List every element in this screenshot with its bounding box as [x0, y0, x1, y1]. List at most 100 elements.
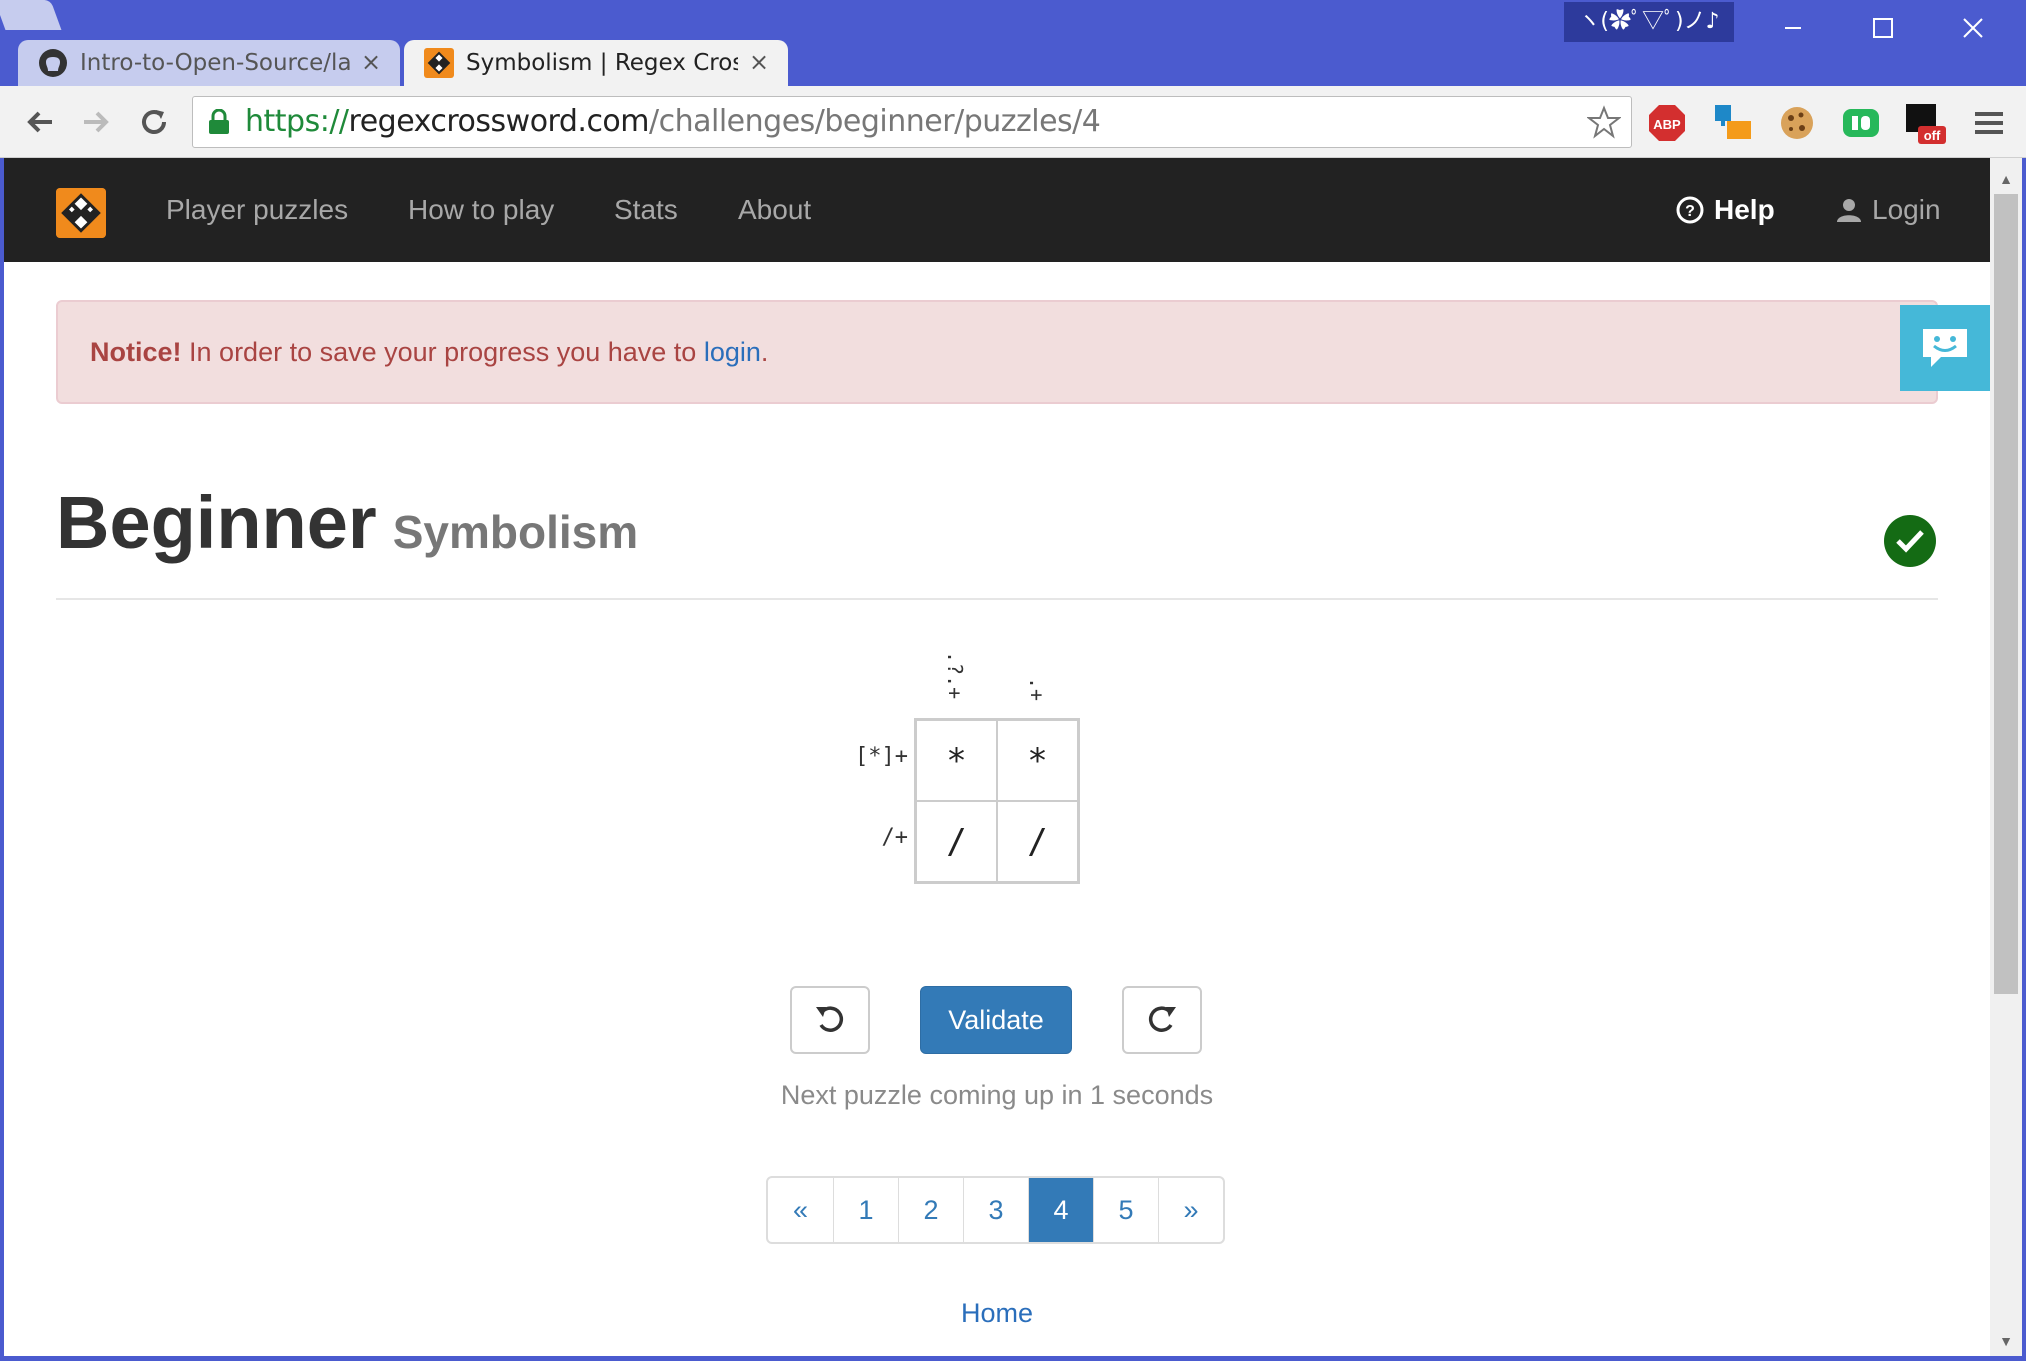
lock-icon — [209, 109, 229, 134]
url-host: regexcrossword.com — [348, 104, 650, 139]
help-icon: ? — [1676, 196, 1704, 224]
cookie-icon-svg — [1781, 107, 1813, 139]
undo-button[interactable] — [790, 986, 870, 1054]
grid-cell[interactable]: / — [997, 801, 1078, 882]
extension-off-icon-svg: off — [1906, 104, 1946, 144]
tab-regex-crossword[interactable]: Symbolism | Regex Crossw × — [404, 40, 788, 86]
scroll-down-icon[interactable]: ▼ — [1990, 1326, 2022, 1356]
scrollbar-thumb[interactable] — [1994, 194, 2018, 994]
redo-button[interactable] — [1122, 986, 1202, 1054]
row-clue: /+ — [881, 825, 909, 850]
alert-text: In order to save your progress you have … — [189, 337, 697, 367]
nav-player-puzzles[interactable]: Player puzzles — [166, 158, 348, 262]
chat-smiley-icon — [1923, 329, 1967, 367]
extension-off-icon[interactable]: off — [1904, 102, 1946, 144]
undo-icon — [816, 1006, 844, 1032]
github-icon — [39, 49, 67, 77]
alert-end: . — [760, 337, 769, 367]
column-clue: .?.+ — [943, 651, 967, 700]
page-scrollbar[interactable]: ▲ ▼ — [1990, 158, 2022, 1356]
puzzle-pagination: « 1 2 3 4 5 » — [766, 1176, 1225, 1244]
tab-title: Intro-to-Open-Source/lab — [80, 50, 350, 76]
adblock-plus-icon-svg: ABP — [1649, 105, 1685, 141]
pagination-next[interactable]: » — [1158, 1178, 1223, 1242]
grid-cell[interactable]: / — [916, 801, 997, 882]
regexcrossword-icon — [424, 48, 454, 78]
bookmark-star-icon[interactable] — [1587, 105, 1621, 139]
solved-check-icon — [1884, 515, 1936, 567]
reload-button[interactable] — [132, 100, 176, 144]
browser-toolbar: https://regexcrossword.com/challenges/be… — [0, 86, 2026, 158]
notice-alert: Notice! In order to save your progress y… — [56, 300, 1938, 404]
site-navbar: Player puzzles How to play Stats About ?… — [4, 158, 1990, 262]
forward-button[interactable] — [74, 100, 118, 144]
next-puzzle-message: Next puzzle coming up in 1 seconds — [780, 1080, 1214, 1110]
pagination-prev[interactable]: « — [768, 1178, 833, 1242]
nav-how-to-play[interactable]: How to play — [408, 158, 554, 262]
tab-github[interactable]: Intro-to-Open-Source/lab × — [18, 40, 400, 86]
minimize-icon — [1785, 27, 1801, 29]
maximize-icon — [1873, 18, 1893, 38]
page-title: Beginner Symbolism — [56, 486, 638, 560]
home-link[interactable]: Home — [4, 1298, 1990, 1329]
nav-about[interactable]: About — [738, 158, 811, 262]
pagination-page-1[interactable]: 1 — [833, 1178, 898, 1242]
profile-badge[interactable]: ヽ(✿ﾟ▽ﾟ)ノ♪ — [1564, 2, 1734, 42]
pagination-page-4[interactable]: 4 — [1028, 1178, 1093, 1242]
user-icon — [1837, 199, 1861, 222]
adblock-plus-icon[interactable]: ABP — [1646, 102, 1688, 144]
alert-strong: Notice! — [90, 337, 182, 367]
svg-text:off: off — [1924, 128, 1941, 143]
tab-close-icon[interactable]: × — [748, 50, 770, 74]
browser-titlebar: ヽ(✿ﾟ▽ﾟ)ノ♪ Intro-to-Open-Source/lab × Sym… — [0, 0, 2026, 86]
heading-divider — [56, 598, 1938, 600]
pagination-page-3[interactable]: 3 — [963, 1178, 1028, 1242]
menu-icon — [1975, 112, 2003, 134]
tab-close-icon[interactable]: × — [360, 50, 382, 74]
extension-icon[interactable] — [1712, 102, 1754, 144]
minimize-button[interactable] — [1748, 0, 1838, 56]
grid-cell[interactable]: * — [916, 720, 997, 801]
maximize-button[interactable] — [1838, 0, 1928, 56]
back-button[interactable] — [18, 100, 62, 144]
extension-icon-svg — [1715, 105, 1751, 139]
checkmark-icon — [1896, 530, 1924, 553]
nav-help[interactable]: ? Help — [1676, 158, 1775, 262]
url-path: /challenges/beginner/puzzles/4 — [649, 104, 1101, 139]
close-icon — [1963, 18, 1983, 38]
address-bar[interactable]: https://regexcrossword.com/challenges/be… — [192, 96, 1632, 148]
crossword-grid: * * / / — [914, 718, 1080, 884]
column-clue: .+ — [1025, 677, 1049, 702]
close-window-button[interactable] — [1928, 0, 2018, 56]
url-scheme: https:// — [245, 104, 349, 139]
nav-login[interactable]: Login — [1836, 158, 1941, 262]
pagination-page-5[interactable]: 5 — [1093, 1178, 1158, 1242]
back-arrow-icon — [27, 111, 52, 133]
tab-title: Symbolism | Regex Crossw — [466, 50, 738, 76]
new-tab-button[interactable] — [0, 0, 62, 30]
page-viewport: Player puzzles How to play Stats About ?… — [4, 158, 1990, 1356]
grid-cell[interactable]: * — [997, 720, 1078, 801]
pagination-page-2[interactable]: 2 — [898, 1178, 963, 1242]
nav-stats[interactable]: Stats — [614, 158, 678, 262]
pushbullet-icon-svg — [1843, 109, 1879, 137]
url-text: https://regexcrossword.com/challenges/be… — [245, 97, 1101, 147]
login-label: Login — [1872, 194, 1941, 225]
page-subtitle: Symbolism — [392, 506, 639, 558]
chrome-menu-icon[interactable] — [1968, 102, 2010, 144]
pushbullet-icon[interactable] — [1840, 102, 1882, 144]
row-clue: [*]+ — [855, 744, 908, 769]
svg-text:ABP: ABP — [1653, 117, 1681, 132]
page-title-text: Beginner — [56, 481, 377, 564]
forward-arrow-icon — [84, 111, 109, 133]
validate-button[interactable]: Validate — [920, 986, 1072, 1054]
svg-text:?: ? — [1685, 203, 1695, 220]
regexcrossword-logo-icon[interactable] — [56, 188, 106, 238]
cookie-icon[interactable] — [1776, 102, 1818, 144]
alert-login-link[interactable]: login — [704, 337, 761, 367]
help-label: Help — [1714, 194, 1775, 225]
reload-icon — [142, 110, 166, 134]
chat-widget-button[interactable] — [1900, 305, 1990, 391]
scroll-up-icon[interactable]: ▲ — [1990, 164, 2022, 194]
redo-icon — [1148, 1006, 1176, 1032]
